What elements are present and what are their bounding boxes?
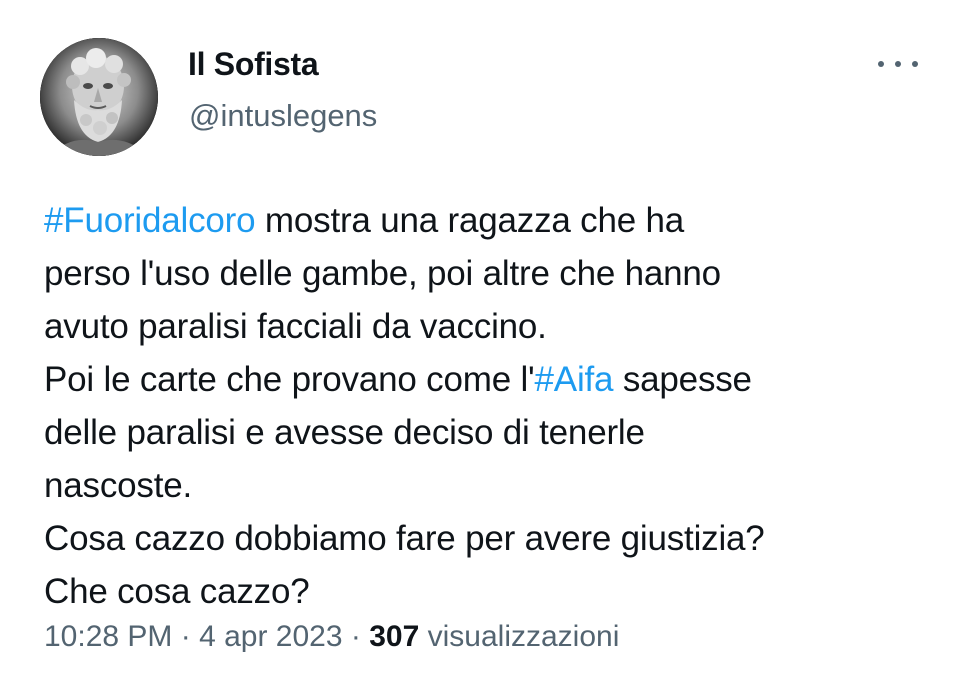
hashtag-link[interactable]: #Fuoridalcoro — [44, 201, 256, 240]
tweet-text-segment: Poi le carte che provano come l' — [44, 360, 535, 399]
tweet-text-segment: mostra una ragazza che ha — [255, 201, 685, 240]
views-count[interactable]: 307 — [369, 620, 419, 653]
tweet-line: #Fuoridalcoro mostra una ragazza che ha — [44, 194, 934, 247]
author-display-name[interactable]: Il Sofista — [188, 46, 319, 83]
tweet-line: delle paralisi e avesse deciso di tenerl… — [44, 413, 645, 452]
tweet-line: perso l'uso delle gambe, poi altre che h… — [44, 254, 721, 293]
tweet-line: Cosa cazzo dobbiamo fare per avere giust… — [44, 519, 765, 558]
tweet-line: Che cosa cazzo? — [44, 572, 310, 611]
author-handle[interactable]: @intuslegens — [189, 98, 377, 134]
meta-separator: · — [172, 620, 200, 653]
tweet-timestamp-time[interactable]: 10:28 PM — [44, 620, 172, 653]
tweet-timestamp-date[interactable]: 4 apr 2023 — [199, 620, 342, 653]
avatar[interactable] — [40, 38, 158, 156]
meta-separator: · — [342, 620, 370, 653]
views-label: visualizzazioni — [419, 620, 620, 653]
bearded-bust-avatar-icon — [40, 38, 158, 156]
tweet-line: Poi le carte che provano come l'#Aifa sa… — [44, 353, 934, 406]
more-horizontal-icon — [895, 61, 901, 67]
tweet-line: avuto paralisi facciali da vaccino. — [44, 307, 547, 346]
more-horizontal-icon — [912, 61, 918, 67]
tweet-meta: 10:28 PM · 4 apr 2023 · 307 visualizzazi… — [44, 620, 619, 654]
tweet-text: #Fuoridalcoro mostra una ragazza che ha … — [44, 194, 934, 618]
more-horizontal-icon — [878, 61, 884, 67]
more-options-button[interactable] — [878, 52, 918, 76]
tweet-text-segment: sapesse — [613, 360, 752, 399]
hashtag-link[interactable]: #Aifa — [535, 360, 614, 399]
tweet-line: nascoste. — [44, 466, 193, 505]
